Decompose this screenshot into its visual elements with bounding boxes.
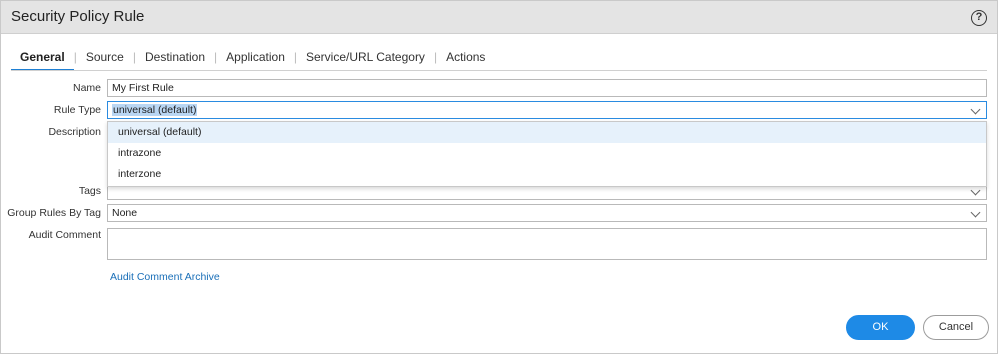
tab-actions[interactable]: Actions (437, 47, 494, 71)
audit-comment-label: Audit Comment (28, 229, 101, 241)
tab-application[interactable]: Application (217, 47, 294, 71)
chevron-down-icon[interactable] (970, 104, 981, 115)
tab-destination[interactable]: Destination (136, 47, 214, 71)
rule-type-value: universal (default) (112, 104, 198, 116)
tab-service-url-category[interactable]: Service/URL Category (297, 47, 434, 71)
cancel-button[interactable]: Cancel (923, 315, 989, 340)
tab-bar: General | Source | Destination | Applica… (11, 47, 494, 71)
help-icon[interactable]: ? (971, 10, 987, 26)
rule-type-option-intrazone[interactable]: intrazone (108, 143, 986, 164)
group-rules-by-tag-label: Group Rules By Tag (7, 207, 101, 219)
rule-type-dropdown: universal (default) intrazone interzone (107, 121, 987, 187)
name-input-value: My First Rule (112, 82, 174, 94)
audit-comment-archive-link[interactable]: Audit Comment Archive (110, 271, 220, 283)
rule-type-option-interzone[interactable]: interzone (108, 164, 986, 185)
audit-comment-textarea[interactable] (107, 228, 987, 260)
chevron-down-icon[interactable] (970, 185, 981, 196)
tab-general[interactable]: General (11, 47, 74, 71)
rule-type-option-universal[interactable]: universal (default) (108, 122, 986, 143)
chevron-down-icon[interactable] (970, 207, 981, 218)
group-rules-by-tag-select[interactable]: None (107, 204, 987, 222)
ok-button[interactable]: OK (846, 315, 915, 340)
description-label: Description (48, 126, 101, 138)
dialog-titlebar: Security Policy Rule ? (1, 1, 997, 34)
name-input[interactable]: My First Rule (107, 79, 987, 97)
tags-label: Tags (78, 185, 101, 197)
dialog-title: Security Policy Rule (11, 8, 145, 25)
tab-source[interactable]: Source (77, 47, 133, 71)
security-policy-rule-dialog: Security Policy Rule ? General | Source … (0, 0, 998, 354)
tabs-divider (11, 70, 987, 71)
rule-type-select[interactable]: universal (default) (107, 101, 987, 119)
rule-type-label: Rule Type (53, 104, 101, 116)
group-rules-by-tag-value: None (112, 207, 138, 219)
name-label: Name (72, 82, 101, 94)
